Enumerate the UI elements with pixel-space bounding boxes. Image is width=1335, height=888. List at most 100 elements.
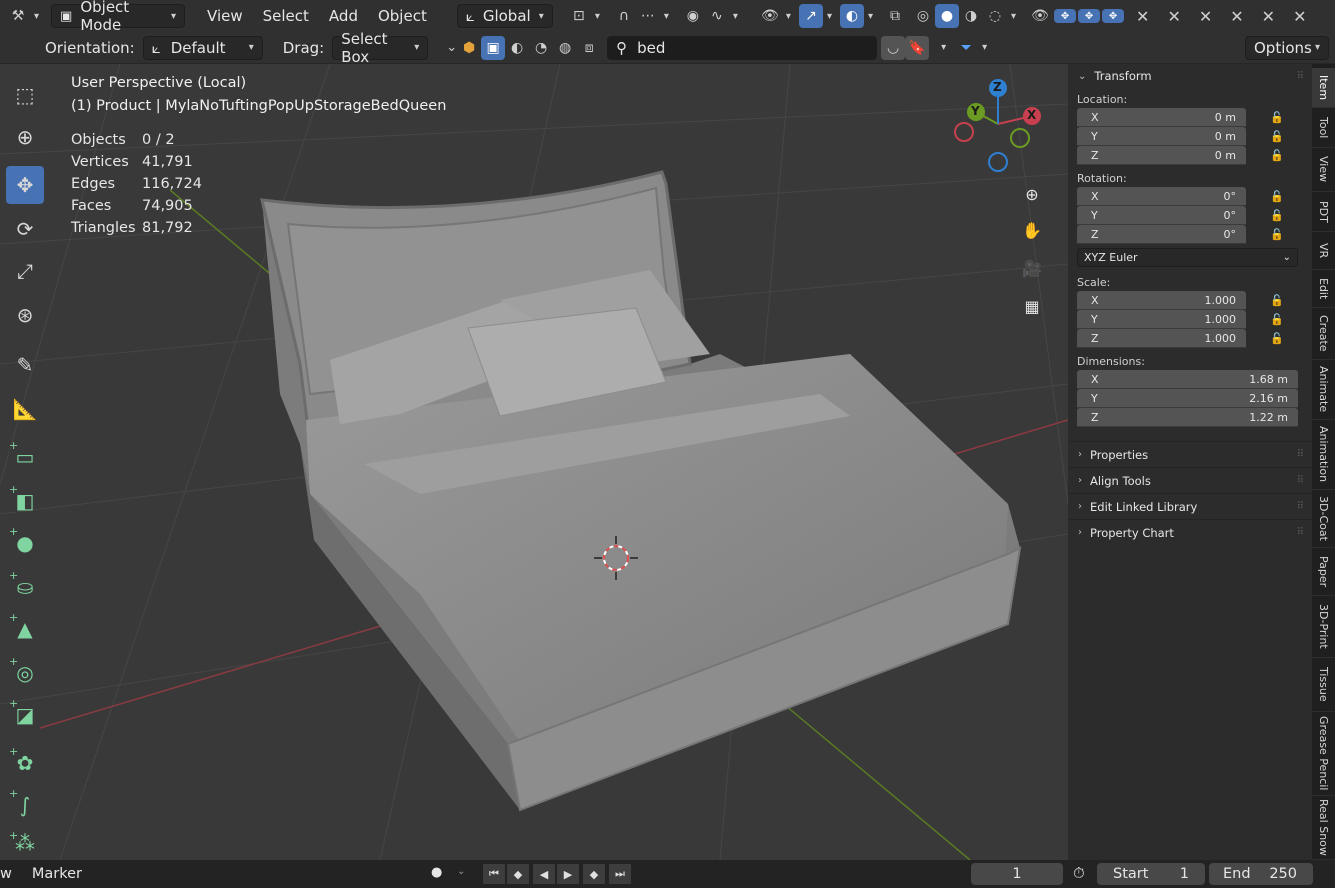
tab-tool[interactable]: Tool <box>1312 108 1335 148</box>
lock-icon[interactable]: 🔓 <box>1270 190 1284 203</box>
location-y-field[interactable]: Y0 m <box>1077 127 1246 146</box>
drag-grip-icon[interactable]: ⠿ <box>1297 449 1304 460</box>
add-plane-tool-icon[interactable]: + ▭ <box>6 438 44 476</box>
tab-vr[interactable]: VR <box>1312 232 1335 270</box>
start-frame-field[interactable]: Start 1 <box>1097 863 1205 885</box>
color-wheel-icon[interactable]: ⬢ <box>457 36 481 60</box>
tab-create[interactable]: Create <box>1312 308 1335 360</box>
snap-increment-icon[interactable]: ⋯ <box>636 4 660 28</box>
scale-z-field[interactable]: Z 1.000 <box>1077 329 1246 348</box>
add-light-tool-icon[interactable]: + ⁂ <box>6 828 44 858</box>
shading-solid-icon[interactable]: ● <box>935 4 960 28</box>
scale-y-field[interactable]: Y 1.000 <box>1077 310 1246 329</box>
menu-select[interactable]: Select <box>253 7 319 25</box>
add-cube-tool-icon[interactable]: + ◧ <box>6 482 44 520</box>
edit-linked-library-subpanel[interactable]: › Edit Linked Library ⠿ <box>1068 493 1312 519</box>
tab-animation[interactable]: Animation <box>1312 420 1335 490</box>
lock-icon[interactable]: 🔓 <box>1270 228 1284 241</box>
menu-add[interactable]: Add <box>319 7 368 25</box>
editor-type-chevron-icon[interactable]: ▾ <box>34 11 39 22</box>
shading-wireframe-icon[interactable]: ◎ <box>911 4 935 28</box>
select-intersect-icon[interactable]: ⧈ <box>577 36 601 60</box>
add-curve-tool-icon[interactable]: + ∫ <box>6 786 44 824</box>
dimensions-y-field[interactable]: Y 2.16 m <box>1077 389 1298 408</box>
rotation-mode-dropdown[interactable]: XYZ Euler ⌄ <box>1077 248 1298 267</box>
add-empty-tool-icon[interactable]: + ✿ <box>6 744 44 782</box>
tab-grease-pencil[interactable]: Grease Pencil <box>1312 712 1335 796</box>
menu-object[interactable]: Object <box>368 7 437 25</box>
menu-marker[interactable]: Marker <box>32 866 82 882</box>
perspective-grid-icon[interactable]: ▦ <box>1016 290 1048 322</box>
transform-orientation-dropdown[interactable]: ⟀ Global ▾ <box>456 4 553 28</box>
scale-x-field[interactable]: X 1.000 <box>1077 291 1246 310</box>
dimensions-x-field[interactable]: X 1.68 m <box>1077 370 1298 389</box>
tab-3d-print[interactable]: 3D-Print <box>1312 596 1335 658</box>
zoom-icon[interactable]: ⊕ <box>1016 178 1048 210</box>
select-extend-icon[interactable]: ◐ <box>505 36 529 60</box>
filter-curve-icon[interactable]: ◡ <box>881 35 906 60</box>
add-cylinder-tool-icon[interactable]: + ⛀ <box>6 568 44 606</box>
chevron-down-icon[interactable]: ▾ <box>733 11 738 22</box>
lock-icon[interactable]: 🔓 <box>1270 149 1284 162</box>
xray-toggle-icon[interactable]: ⧉ <box>883 4 907 28</box>
add-torus-tool-icon[interactable]: + ◎ <box>6 654 44 692</box>
lock-icon[interactable]: 🔓 <box>1270 294 1284 307</box>
drag-grip-icon[interactable]: ⠿ <box>1297 475 1304 486</box>
camera-view-icon[interactable]: 🎥 <box>1016 252 1048 284</box>
play-icon[interactable]: ▶ <box>557 864 579 884</box>
tab-pdt[interactable]: PDT <box>1312 192 1335 232</box>
annotate-tool-icon[interactable]: ✎ <box>6 346 44 384</box>
addon-button-3[interactable]: ✥ <box>1102 9 1125 23</box>
chevron-down-icon[interactable]: ▾ <box>982 42 987 53</box>
dimensions-z-field[interactable]: Z 1.22 m <box>1077 408 1298 427</box>
lock-icon[interactable]: 🔓 <box>1270 313 1284 326</box>
prev-keyframe-icon[interactable]: ◆ <box>507 864 529 884</box>
chevron-down-icon[interactable]: ▾ <box>941 42 946 53</box>
addon-button-2[interactable]: ✥ <box>1078 9 1101 23</box>
end-frame-field[interactable]: End 250 <box>1209 863 1313 885</box>
property-chart-subpanel[interactable]: › Property Chart ⠿ <box>1068 519 1312 545</box>
drag-grip-icon[interactable]: ⠿ <box>1297 71 1304 82</box>
overlays-toggle-icon[interactable]: ◐ <box>839 4 864 28</box>
select-invert-icon[interactable]: ◍ <box>553 36 577 60</box>
collapse-chevron-icon[interactable]: ⌄ <box>446 40 457 55</box>
lock-icon[interactable]: 🔓 <box>1270 209 1284 222</box>
pivot-point-icon[interactable]: ⊡ <box>567 4 591 28</box>
rotation-z-field[interactable]: Z 0° <box>1077 225 1246 244</box>
lock-icon[interactable]: 🔓 <box>1270 332 1284 345</box>
tab-tissue[interactable]: Tissue <box>1312 658 1335 712</box>
stopwatch-icon[interactable]: ⏱ <box>1073 864 1085 882</box>
shading-rendered-icon[interactable]: ◌ <box>983 4 1007 28</box>
tab-view[interactable]: View <box>1312 148 1335 192</box>
location-z-field[interactable]: Z0 m <box>1077 146 1246 165</box>
menu-view[interactable]: View <box>197 7 253 25</box>
next-keyframe-icon[interactable]: ◆ <box>583 864 605 884</box>
orientation-dropdown[interactable]: ⟀ Default ▾ <box>142 35 263 60</box>
measure-tool-icon[interactable]: 📐 <box>6 390 44 428</box>
proportional-editing-icon[interactable]: ◉ <box>681 4 705 28</box>
cursor-tool-icon[interactable]: ⊕ <box>6 118 44 156</box>
select-subtract-icon[interactable]: ◔ <box>529 36 553 60</box>
tab-paper[interactable]: Paper <box>1312 548 1335 596</box>
tab-item[interactable]: Item <box>1312 68 1335 108</box>
chevron-down-icon[interactable]: ▾ <box>786 11 791 22</box>
options-dropdown[interactable]: Options ▾ <box>1245 35 1329 60</box>
drag-dropdown[interactable]: Select Box ▾ <box>332 30 429 66</box>
tab-3d-coat[interactable]: 3D-Coat <box>1312 490 1335 548</box>
3d-viewport[interactable]: X Y Z ⊕ ✋ 🎥 ▦ User Perspective (Local) (… <box>0 64 1068 860</box>
search-field[interactable]: ⚲ bed <box>607 35 878 60</box>
scale-tool-icon[interactable]: ⤢ <box>6 252 44 290</box>
lock-icon[interactable]: 🔓 <box>1270 130 1284 143</box>
editor-type-icon[interactable]: ⚒ <box>6 4 30 28</box>
add-cone-tool-icon[interactable]: + ▲ <box>6 610 44 648</box>
bookmark-icon[interactable]: 🔖 <box>905 35 930 60</box>
visibility-selectability-icon[interactable]: 👁 <box>758 4 782 28</box>
chevron-down-icon[interactable]: ▾ <box>664 11 669 22</box>
transform-tool-icon[interactable]: ⊛ <box>6 296 44 334</box>
chevron-down-icon[interactable]: ▾ <box>1011 11 1016 22</box>
location-x-field[interactable]: X0 m <box>1077 108 1246 127</box>
select-box-tool-icon[interactable]: ⬚ <box>6 76 44 114</box>
rotation-x-field[interactable]: X 0° <box>1077 187 1246 206</box>
select-new-icon[interactable]: ▣ <box>481 35 506 60</box>
mode-dropdown[interactable]: ▣ Object Mode ▾ <box>51 0 186 34</box>
